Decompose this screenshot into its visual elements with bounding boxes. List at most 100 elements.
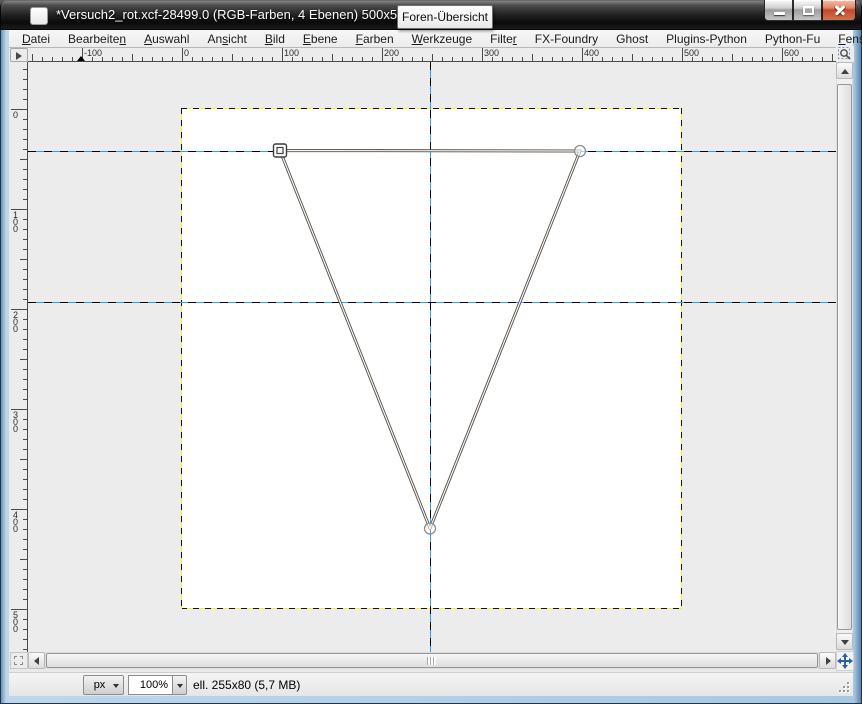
menu-item-bearbeiten[interactable]: Bearbeiten [59,30,135,48]
ruler-tick [632,54,633,61]
path-overlay [28,62,836,652]
ruler-tick [23,329,27,330]
ruler-tick [832,54,833,61]
ruler-tick [402,57,403,61]
ruler-tick [672,57,673,61]
scroll-left-button[interactable] [28,652,45,669]
ruler-tick [182,48,183,61]
ruler-tick [122,57,123,61]
close-button[interactable] [822,0,856,21]
v-ruler[interactable]: 01 0 02 0 03 0 04 0 05 0 0 [10,62,28,652]
path-anchor-top-right[interactable] [575,146,586,157]
ruler-tick [23,389,27,390]
menu-item-fx-foundry[interactable]: FX-Foundry [526,30,607,48]
nav-cross-icon [837,653,853,669]
ruler-tick [23,429,27,430]
ruler-label: 600 [784,48,799,58]
menu-item-bild[interactable]: Bild [256,30,294,48]
ruler-tick [23,479,27,480]
zoom-input[interactable]: 100% [128,675,173,695]
ruler-tick [23,589,27,590]
status-message: ell. 255x80 (5,7 MB) [193,673,300,697]
h-scrollbar-thumb[interactable] [46,653,818,668]
ruler-tick [102,57,103,61]
ruler-tick [112,57,113,61]
zoom-follow-window-button[interactable] [836,46,854,62]
h-ruler[interactable]: -1000100200300400500600 [28,48,836,62]
v-scrollbar-thumb[interactable] [837,84,852,630]
ruler-tick [232,54,233,61]
ruler-tick [502,57,503,61]
path-anchor-bottom[interactable] [425,523,436,534]
menu-item-farben[interactable]: Farben [347,30,403,48]
scroll-up-button[interactable] [836,62,853,79]
arrow-up-icon [841,69,849,74]
ruler-tick [23,99,27,100]
ruler-tick [212,57,213,61]
ruler-label: 4 0 0 [13,512,18,533]
ruler-tick [272,57,273,61]
ruler-tick [552,57,553,61]
ruler-tick [23,499,27,500]
minimize-icon [774,12,785,15]
ruler-label: 0 [184,48,189,58]
menu-item-datei[interactable]: Datei [13,30,59,48]
minimize-button[interactable] [764,0,793,21]
window-controls [764,0,856,22]
gimp-window: *Versuch2_rot.xcf-28499.0 (RGB-Farben, 4… [0,0,862,704]
menu-item-auswahl[interactable]: Auswahl [135,30,198,48]
ruler-tick [342,57,343,61]
ruler-tick [23,629,27,630]
menu-item-werkzeuge[interactable]: Werkzeuge [403,30,481,48]
scroll-down-button[interactable] [836,633,853,650]
thumb-grip-icon [427,657,436,665]
arrow-left-icon [34,657,39,665]
unit-dropdown[interactable]: px [83,675,124,695]
ruler-label: 0 [13,112,18,119]
menu-item-fenster[interactable]: Fenster [829,30,862,48]
ruler-tick [762,57,763,61]
menu-item-filter[interactable]: Filter [481,30,526,48]
menu-item-plugins-python[interactable]: Plugins-Python [657,30,756,48]
arrow-right-icon [826,657,831,665]
close-icon [834,4,846,16]
maximize-button[interactable] [793,0,822,21]
ruler-tick [372,57,373,61]
ruler-label: -100 [84,48,102,58]
ruler-tick [23,649,27,650]
ruler-tick [23,339,27,340]
ruler-tick [382,48,383,61]
ruler-tick [252,57,253,61]
ruler-tick [132,54,133,61]
ruler-tick [522,57,523,61]
quick-mask-toggle[interactable] [10,652,28,669]
ruler-tick [23,379,27,380]
resize-grip[interactable] [835,678,849,692]
ruler-tick [152,57,153,61]
menu-item-ansicht[interactable]: Ansicht [198,30,255,48]
ruler-tick [20,459,27,460]
ruler-tick [302,57,303,61]
ruler-tick [562,57,563,61]
ruler-tick [192,57,193,61]
zoom-dropdown-button[interactable] [172,675,187,695]
ruler-tick [23,399,27,400]
scroll-right-button[interactable] [819,652,836,669]
ruler-tick [202,57,203,61]
menu-item-ghost[interactable]: Ghost [607,30,657,48]
navigation-button[interactable] [836,651,854,671]
ruler-tick [512,57,513,61]
path-anchor-selected[interactable] [274,144,287,157]
ruler-tick [62,57,63,61]
ruler-tick [52,57,53,61]
ruler-tick [532,54,533,61]
menu-item-ebene[interactable]: Ebene [294,30,347,48]
ruler-tick [812,57,813,61]
ruler-tick [312,57,313,61]
menu-item-python-fu[interactable]: Python-Fu [756,30,829,48]
ruler-tick [32,54,33,61]
ruler-tick [23,469,27,470]
ruler-tick [23,149,27,150]
canvas-viewport[interactable] [28,62,836,652]
image-menu-button[interactable] [10,48,28,62]
